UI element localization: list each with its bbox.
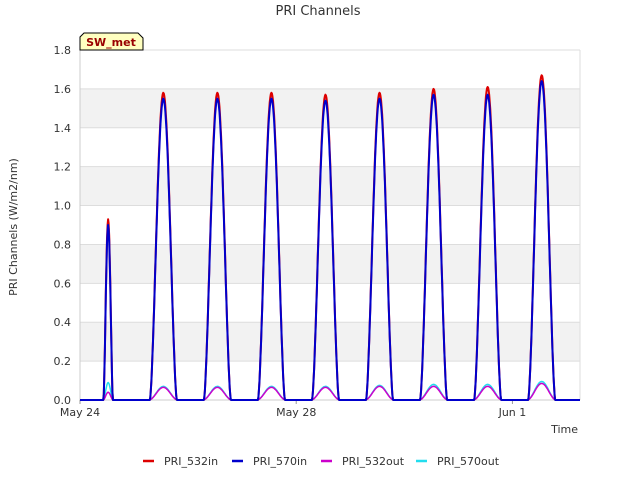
legend-label-PRI_570in: PRI_570in [253,455,307,468]
annotation-badge: SW_met [79,32,144,51]
chart-svg: PRI Channels 0.00.20.40.60.81.01.21.41.6… [7,4,581,468]
legend-label-PRI_532out: PRI_532out [342,455,405,468]
y-tick-label: 0.4 [54,316,72,329]
y-tick-label: 1.6 [54,83,72,96]
x-axis-label: Time [550,423,578,436]
y-tick-label: 1.0 [54,200,72,213]
legend-label-PRI_570out: PRI_570out [437,455,500,468]
legend-label-PRI_532in: PRI_532in [164,455,218,468]
y-tick-label: 0.6 [54,277,72,290]
y-tick-label: 0.8 [54,238,72,251]
x-tick-label: May 28 [276,406,316,419]
plot-background [80,50,580,400]
x-tick-label: Jun 1 [498,406,527,419]
y-axis-ticks: 0.00.20.40.60.81.01.21.41.61.8 [54,44,72,407]
x-axis-ticks: May 24 May 28 Jun 1 [60,400,526,419]
y-tick-label: 1.4 [54,122,72,135]
chart: PRI Channels 0.0 0.2 0.4 0.6 0.8 1.0 1.2 1.4 1.6… [0,0,640,480]
y-axis-label: PRI Channels (W/m2/nm) [7,158,20,296]
y-tick-label: 1.2 [54,161,72,174]
y-tick-label: 0.2 [54,355,72,368]
plot-band [80,322,580,362]
legend: PRI_532in PRI_570in PRI_532out PRI_570out [143,455,500,468]
x-tick-label: May 24 [60,406,100,419]
plot-band [80,88,580,128]
chart-title: PRI Channels [276,4,361,19]
annotation-text: SW_met [86,36,136,49]
y-tick-label: 1.8 [54,44,72,57]
